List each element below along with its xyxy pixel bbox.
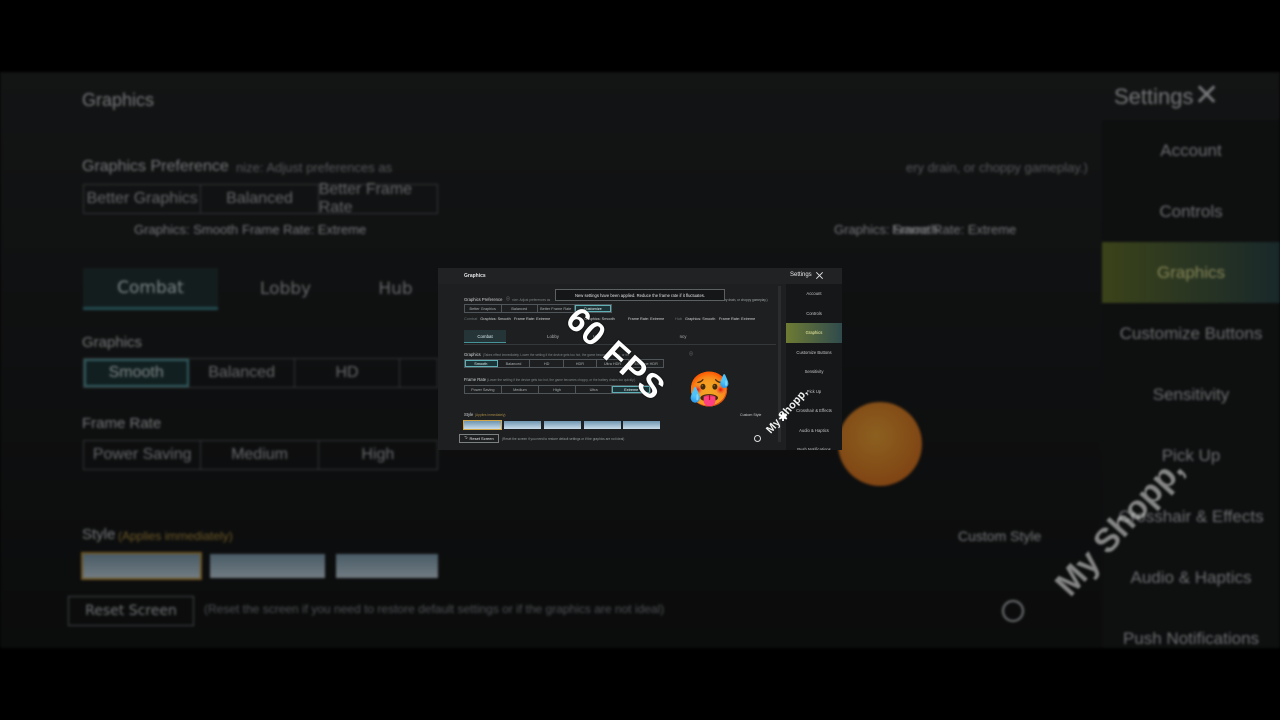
- graphics-label: Graphics: [464, 352, 481, 357]
- graphics-preference-hint: nize: Adjust preferences as: [512, 298, 551, 302]
- panel-header: [438, 268, 842, 284]
- settings-info-icon[interactable]: [754, 435, 761, 442]
- sidebar-item-controls[interactable]: Controls: [786, 304, 842, 324]
- graphics-option[interactable]: HDR: [564, 360, 597, 367]
- bg-info-icon: [1002, 600, 1024, 622]
- graphics-option[interactable]: HD: [530, 360, 564, 367]
- close-icon[interactable]: [815, 271, 824, 280]
- reset-screen-button[interactable]: ⮌ Reset Screen: [459, 434, 499, 443]
- preference-option[interactable]: Balanced: [502, 305, 538, 312]
- graphics-preference-label: Graphics Preference: [464, 297, 503, 302]
- preference-option[interactable]: Better Graphics: [465, 305, 502, 312]
- clapperboard-icon: ✱: [778, 410, 789, 424]
- bg-style-hint: (Applies immediately): [118, 529, 233, 543]
- graphics-option[interactable]: Smooth: [465, 360, 498, 367]
- style-hint: (Applies immediately): [475, 413, 506, 417]
- bg-graphics-label: Graphics: [82, 334, 143, 351]
- sidebar-item-graphics[interactable]: Graphics: [786, 323, 842, 343]
- combat-framerate: Frame Rate: Extreme: [514, 317, 551, 321]
- settings-sidebar: Account Controls Graphics Customize Butt…: [786, 284, 842, 450]
- bg-settings-label: Settings: [1114, 84, 1194, 109]
- bg-preference-segment: Better Graphics Balanced Better Frame Ra…: [83, 181, 438, 216]
- bg-graphics-preference-hint-right: ery drain, or choppy gameplay.): [906, 160, 1088, 175]
- tab-combat[interactable]: Combat: [464, 330, 506, 343]
- bg-style-label: Style: [82, 526, 116, 543]
- bg-framerate-label: Frame Rate: [82, 415, 162, 432]
- lobby-framerate: Frame Rate: Extreme: [628, 317, 665, 321]
- framerate-option[interactable]: High: [539, 386, 576, 393]
- bg-tab-combat: Combat: [83, 268, 218, 310]
- bg-graphics-preference-hint: nize: Adjust preferences as: [236, 160, 393, 175]
- info-icon[interactable]: ⓘ: [506, 296, 510, 302]
- custom-style-label: Custom Style: [740, 413, 762, 417]
- graphics-info-icon[interactable]: ⓘ: [689, 351, 693, 357]
- bg-style-thumb: [336, 554, 438, 578]
- framerate-option[interactable]: Ultra: [576, 386, 613, 393]
- bg-graphics-segment: Smooth Balanced HD: [83, 358, 438, 388]
- style-thumb[interactable]: [544, 421, 581, 429]
- bg-hub-framerate: Frame Rate: Extreme: [892, 222, 1017, 237]
- bg-close-icon: ✕: [1194, 79, 1220, 112]
- bg-combat-framerate: Frame Rate: Extreme: [242, 222, 367, 237]
- bg-framerate-segment: Power Saving Medium High: [83, 440, 438, 470]
- framerate-option[interactable]: Medium: [502, 386, 540, 393]
- toast-message: New settings have been applied. Reduce t…: [555, 289, 725, 301]
- hub-framerate: Frame Rate: Extreme: [719, 317, 756, 321]
- graphics-preference-hint-right: ery drain, or choppy gameplay.): [723, 298, 768, 302]
- hot-face-emoji-icon: 🥵: [688, 370, 731, 410]
- style-thumb[interactable]: [584, 421, 621, 429]
- sidebar-item-audio-haptics[interactable]: Audio & Haptics: [786, 421, 842, 441]
- style-thumb[interactable]: [623, 421, 660, 429]
- graphics-option[interactable]: Balanced: [498, 360, 531, 367]
- framerate-option[interactable]: Power Saving: [465, 386, 502, 393]
- bg-reset-hint: (Reset the screen if you need to restore…: [204, 602, 665, 616]
- settings-label: Settings: [790, 272, 812, 278]
- bg-custom-style-label: Custom Style: [958, 528, 1042, 544]
- reset-icon: ⮌: [464, 435, 468, 440]
- hub-summary: Hub Graphics: Smooth: [675, 317, 716, 321]
- framerate-label: Frame Rate: [464, 377, 487, 382]
- bg-sidebar: Account Controls Graphics Customize Butt…: [1102, 120, 1280, 648]
- bg-title: Graphics: [82, 90, 155, 110]
- bg-style-thumb: [210, 554, 325, 578]
- sidebar-item-sensitivity[interactable]: Sensitivity: [786, 362, 842, 382]
- style-thumb[interactable]: [504, 421, 541, 429]
- sidebar-item-push-notifications[interactable]: Push Notifications: [786, 440, 842, 450]
- bg-graphics-preference-label: Graphics Preference: [82, 158, 229, 175]
- reset-hint: (Reset the screen if you need to restore…: [502, 437, 625, 441]
- style-label: Style: [464, 412, 474, 417]
- sidebar-item-customize-buttons[interactable]: Customize Buttons: [786, 343, 842, 363]
- page-title: Graphics: [464, 273, 486, 279]
- sidebar-item-account[interactable]: Account: [786, 284, 842, 304]
- bg-emoji-blur: [838, 402, 922, 486]
- bg-combat-graphics: Graphics: Smooth: [134, 222, 239, 237]
- bg-tab-hub: Hub: [378, 279, 413, 299]
- combat-summary: Combat Graphics: Smooth: [464, 317, 511, 321]
- bg-reset-label: Reset Screen: [85, 603, 177, 619]
- style-thumb[interactable]: [463, 420, 502, 430]
- preference-option[interactable]: Better Frame Rate: [538, 305, 575, 312]
- bg-style-thumb: [81, 552, 202, 580]
- reset-label: Reset Screen: [469, 436, 494, 441]
- tab-other[interactable]: ncy: [662, 330, 704, 343]
- bg-tab-lobby: Lobby: [259, 279, 312, 299]
- bg-reset-button: Reset Screen: [68, 596, 194, 626]
